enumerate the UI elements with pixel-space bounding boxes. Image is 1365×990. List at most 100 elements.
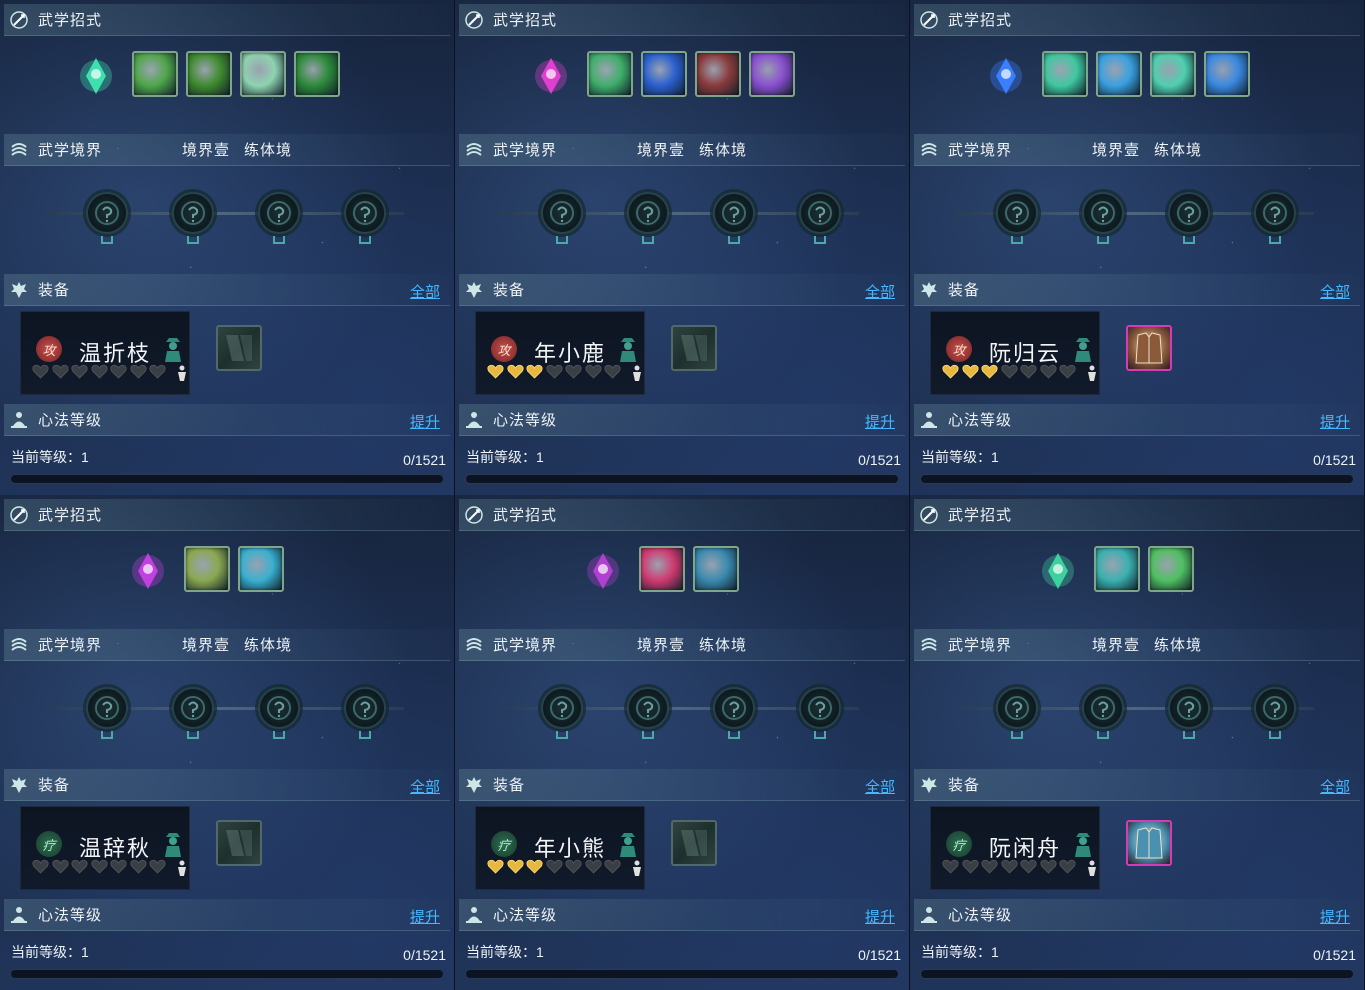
node-pedestal — [273, 236, 285, 244]
realm-header: 武学境界 境界壹 练体境 — [914, 629, 1360, 661]
skill-main-icon[interactable] — [982, 52, 1030, 100]
realm-node[interactable] — [1168, 687, 1210, 729]
realm-node[interactable] — [541, 192, 583, 234]
realm-node[interactable] — [172, 192, 214, 234]
heart-filled-icon — [506, 859, 524, 874]
companion-card[interactable]: 攻 年小鹿 — [475, 311, 645, 395]
skill-main-icon[interactable] — [72, 52, 120, 100]
equip-title: 装备 — [948, 282, 981, 299]
equipment-icon — [681, 830, 707, 856]
skill-icon[interactable] — [240, 51, 286, 97]
skill-icon[interactable] — [184, 546, 230, 592]
skill-icon[interactable] — [1042, 51, 1088, 97]
xinfa-header: 心法等级 提升 — [914, 404, 1360, 436]
skill-icon[interactable] — [587, 51, 633, 97]
skill-icon[interactable] — [1148, 546, 1194, 592]
equipment-slot[interactable] — [671, 820, 717, 866]
skill-icon[interactable] — [1150, 51, 1196, 97]
current-level: 当前等级：1 — [921, 944, 999, 960]
skill-icon[interactable] — [186, 51, 232, 97]
realm-node[interactable] — [1254, 687, 1296, 729]
equip-all-link[interactable]: 全部 — [410, 281, 440, 302]
companion-card[interactable]: 攻 温折枝 — [20, 311, 190, 395]
locked-swirl-icon — [181, 696, 205, 720]
realm-node[interactable] — [344, 687, 386, 729]
equip-all-link[interactable]: 全部 — [865, 281, 895, 302]
skill-icon[interactable] — [641, 51, 687, 97]
equip-all-link[interactable]: 全部 — [1320, 776, 1350, 797]
companion-figure-icon — [616, 831, 640, 857]
equip-all-link[interactable]: 全部 — [865, 776, 895, 797]
realm-node[interactable] — [627, 687, 669, 729]
equipment-slot[interactable] — [216, 820, 262, 866]
realm-node[interactable] — [1082, 687, 1124, 729]
swirl-icon — [463, 139, 485, 161]
companion-card[interactable]: 攻 阮归云 — [930, 311, 1100, 395]
skill-icon[interactable] — [749, 51, 795, 97]
meditation-icon — [463, 409, 485, 431]
heart-empty-icon — [1020, 364, 1037, 379]
heart-empty-icon — [584, 859, 602, 874]
realm-status: 境界壹 练体境 — [182, 634, 292, 655]
affinity-hearts — [32, 364, 169, 379]
skill-icon[interactable] — [1204, 51, 1250, 97]
realm-node[interactable] — [258, 192, 300, 234]
realm-nodes — [44, 687, 404, 747]
skill-main-icon[interactable] — [579, 547, 627, 595]
realm-node[interactable] — [1254, 192, 1296, 234]
skill-icon[interactable] — [639, 546, 685, 592]
realm-header: 武学境界 境界壹 练体境 — [459, 134, 905, 166]
realm-node[interactable] — [258, 687, 300, 729]
skills-title: 武学招式 — [493, 12, 558, 29]
skill-icon[interactable] — [1094, 546, 1140, 592]
skill-icon[interactable] — [695, 51, 741, 97]
heart-empty-icon — [129, 859, 147, 874]
upgrade-link[interactable]: 提升 — [865, 906, 895, 927]
realm-title: 武学境界 — [493, 637, 558, 654]
skill-icon[interactable] — [1096, 51, 1142, 97]
upgrade-link[interactable]: 提升 — [1320, 906, 1350, 927]
realm-node[interactable] — [799, 192, 841, 234]
skill-main-icon[interactable] — [527, 52, 575, 100]
skill-icon[interactable] — [132, 51, 178, 97]
realm-node[interactable] — [713, 687, 755, 729]
heart-empty-icon — [90, 859, 108, 874]
realm-node[interactable] — [996, 192, 1038, 234]
equipment-slot[interactable] — [671, 325, 717, 371]
equipment-slot[interactable] — [216, 325, 262, 371]
skill-icon[interactable] — [693, 546, 739, 592]
upgrade-link[interactable]: 提升 — [410, 411, 440, 432]
skills-title: 武学招式 — [948, 12, 1013, 29]
realm-node[interactable] — [713, 192, 755, 234]
equipment-slot[interactable] — [1126, 325, 1172, 371]
realm-node[interactable] — [172, 687, 214, 729]
realm-node[interactable] — [344, 192, 386, 234]
equipment-slot[interactable] — [1126, 820, 1172, 866]
xinfa-title: 心法等级 — [38, 907, 103, 924]
realm-node[interactable] — [1168, 192, 1210, 234]
realm-status: 境界壹 练体境 — [182, 139, 292, 160]
realm-node[interactable] — [86, 192, 128, 234]
realm-node[interactable] — [86, 687, 128, 729]
skill-main-icon[interactable] — [1034, 547, 1082, 595]
upgrade-link[interactable]: 提升 — [1320, 411, 1350, 432]
companion-card[interactable]: 疗 温辞秋 — [20, 806, 190, 890]
realm-node[interactable] — [1082, 192, 1124, 234]
upgrade-link[interactable]: 提升 — [865, 411, 895, 432]
equip-all-link[interactable]: 全部 — [410, 776, 440, 797]
realm-node[interactable] — [627, 192, 669, 234]
equip-all-link[interactable]: 全部 — [1320, 281, 1350, 302]
skills-header: 武学招式 — [4, 4, 450, 36]
node-pedestal — [1269, 236, 1281, 244]
companion-card[interactable]: 疗 年小熊 — [475, 806, 645, 890]
skill-icon[interactable] — [294, 51, 340, 97]
upgrade-link[interactable]: 提升 — [410, 906, 440, 927]
armor-icon — [918, 774, 940, 796]
skill-main-icon[interactable] — [124, 547, 172, 595]
skill-icon[interactable] — [238, 546, 284, 592]
realm-node[interactable] — [541, 687, 583, 729]
realm-node[interactable] — [799, 687, 841, 729]
realm-node[interactable] — [996, 687, 1038, 729]
companion-card[interactable]: 疗 阮闲舟 — [930, 806, 1100, 890]
role-badge: 攻 — [36, 336, 62, 362]
